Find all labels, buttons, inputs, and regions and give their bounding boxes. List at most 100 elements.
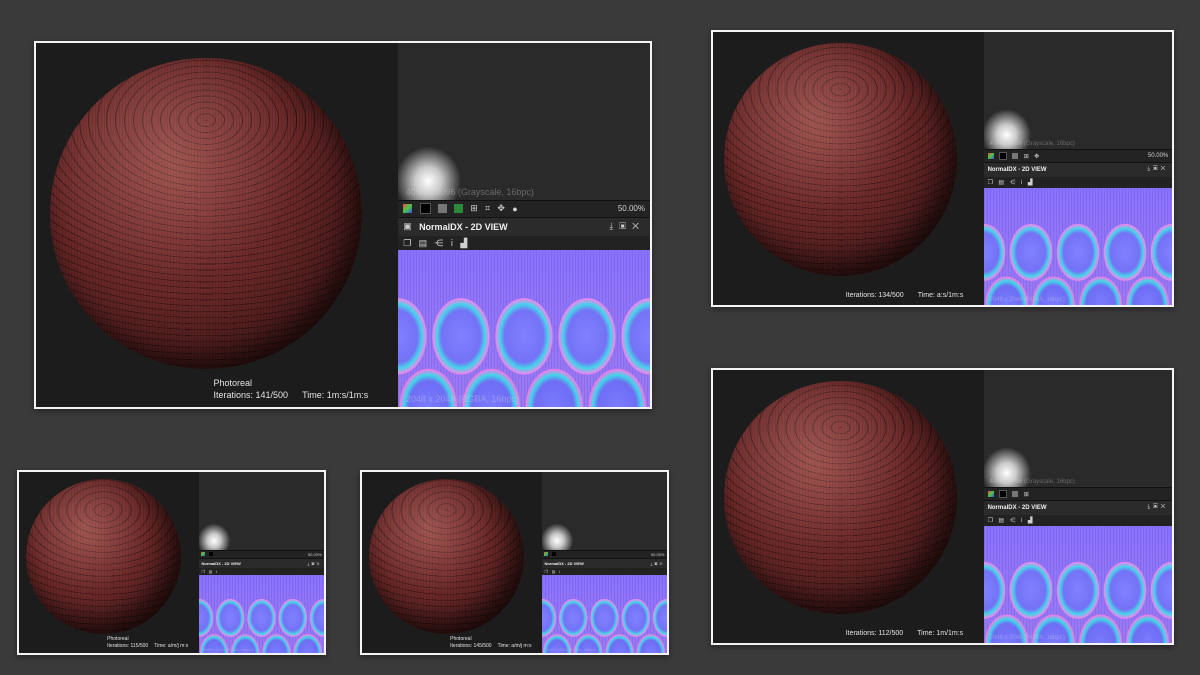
grid-icon[interactable]: ⊞	[470, 203, 478, 214]
grid-icon[interactable]: ⊞	[1024, 153, 1029, 160]
copy-icon[interactable]: ❐	[988, 517, 993, 524]
panel-tools: ❐ ▤ ⅰ	[198, 567, 324, 576]
zoom-level[interactable]: 50.00%	[308, 552, 322, 557]
render-info: Photoreal Iterations: 141/500 Time: 1m:s/…	[214, 377, 369, 401]
info-icon[interactable]: ⅰ	[216, 569, 217, 574]
iterations-label: Iterations: 141/500	[213, 390, 289, 400]
2d-panel: 4096 x 4096 (Grayscale, 16bpc) ⊞ NormalD…	[983, 370, 1172, 643]
scale-sphere-preview	[723, 42, 957, 276]
3d-viewport[interactable]: Photoreal Iterations: 115/500 Time: a/m/j…	[19, 472, 199, 653]
save-icon[interactable]: ▤	[998, 517, 1004, 524]
copy-icon[interactable]: ❐	[403, 238, 411, 249]
black-swatch-icon[interactable]	[998, 152, 1007, 161]
save-icon[interactable]: ▤	[998, 179, 1004, 186]
normal-map-view[interactable]: 2048 x 2048 (RGBA, 16bpc)	[398, 250, 650, 407]
info-icon[interactable]: ⅰ	[1021, 517, 1023, 524]
black-swatch-icon[interactable]	[209, 552, 214, 557]
panel-title: NormalDX - 2D VIEW	[201, 560, 241, 566]
copy-icon[interactable]: ❐	[544, 569, 548, 574]
zoom-level[interactable]: 50.00%	[618, 204, 645, 213]
screenshot-card-1: Photoreal Iterations: 141/500 Time: 1m:s/…	[34, 41, 652, 409]
histogram-icon[interactable]: ▟	[1028, 179, 1033, 186]
window-controls[interactable]: ⤓▣✕	[609, 221, 645, 232]
render-info: Photoreal Iterations: 115/500 Time: a/m/j…	[107, 636, 188, 650]
panel-title: NormalDX - 2D VIEW	[987, 504, 1047, 511]
color-swatch-icon[interactable]	[544, 552, 549, 557]
color-swatch-icon[interactable]	[201, 552, 206, 557]
iterations-label: Iterations: 145/500	[450, 643, 492, 649]
color-swatch-icon[interactable]	[987, 491, 994, 498]
2d-view-toolbar: ⊞ ✥ 50.00%	[983, 149, 1172, 164]
3d-viewport[interactable]: Photoreal Iterations: 141/500 Time: 1m:s/…	[36, 43, 399, 407]
3d-viewport[interactable]: Iterations: 134/500 Time: a:s/1m:s	[713, 32, 984, 305]
panel-tools: ❐ ▤ ⋲ ⅰ ▟	[983, 514, 1172, 526]
render-mode-label: Photoreal	[107, 636, 129, 642]
zoom-level[interactable]: 50.00%	[1148, 153, 1168, 159]
save-icon[interactable]: ▤	[209, 569, 213, 574]
window-controls[interactable]: ⤓▣✕	[1147, 166, 1168, 173]
iterations-label: Iterations: 112/500	[845, 630, 904, 637]
render-info: Iterations: 112/500 Time: 1m/1m:s	[846, 629, 964, 638]
panel-titlebar: NormalDX - 2D VIEW ⤓▣✕	[983, 501, 1172, 515]
move-icon[interactable]: ✥	[497, 203, 505, 214]
height-map-view[interactable]: 4096 x 4096 (Grayscale, 16bpc)	[983, 370, 1172, 488]
normal-resolution-label: 2048 x 2048 (RGBA, 16bpc)	[202, 647, 253, 652]
normal-resolution-label: 2048 x 2048 (RGBA, 16bpc)	[545, 647, 596, 652]
info-icon[interactable]: ⅰ	[559, 569, 560, 574]
2d-view-toolbar: ⊞	[983, 487, 1172, 502]
height-map-view[interactable]	[198, 472, 324, 550]
window-controls[interactable]: ⤓▣✕	[1147, 504, 1168, 511]
panel-tools: ❐ ▤ ⅰ	[541, 567, 667, 576]
height-resolution-label: 4096 x 4096 (Grayscale, 16bpc)	[989, 479, 1075, 486]
time-label: Time: a:s/1m:s	[917, 292, 964, 299]
color-swatch-icon[interactable]	[987, 153, 994, 160]
window-controls[interactable]: ⤓▣✕	[651, 561, 665, 566]
histogram-icon[interactable]: ▟	[460, 238, 467, 249]
render-info: Iterations: 134/500 Time: a:s/1m:s	[846, 291, 964, 300]
2d-panel: 4096 x 4096 (Grayscale, 16bpc) ⊞ ✥ 50.00…	[983, 32, 1172, 305]
normal-map-view[interactable]: 2048 x 2048 (RGBA, 16bpc)	[983, 525, 1172, 643]
panel-titlebar: NormalDX - 2D VIEW ⤓▣✕	[541, 558, 667, 568]
black-swatch-icon[interactable]	[552, 552, 557, 557]
render-mode-label: Photoreal	[450, 636, 472, 642]
height-map-view[interactable]: 4096 x 4096 (Grayscale, 16bpc)	[398, 43, 650, 200]
normal-map-view[interactable]: 2048 x 2048 (RGBA, 16bpc)	[541, 575, 667, 653]
height-map-view[interactable]: 4096 x 4096 (Grayscale, 16bpc)	[983, 32, 1172, 150]
time-label: Time: 1m:s/1m:s	[302, 390, 369, 400]
dot-icon[interactable]: ●	[512, 204, 517, 214]
share-icon[interactable]: ⋲	[1009, 179, 1015, 186]
grid-icon[interactable]: ⊞	[1024, 491, 1029, 498]
crop-icon[interactable]: ⌗	[485, 203, 490, 214]
3d-viewport[interactable]: Iterations: 112/500 Time: 1m/1m:s	[713, 370, 984, 643]
move-icon[interactable]: ✥	[1034, 153, 1039, 160]
screenshot-card-5: Photoreal Iterations: 145/500 Time: a/m/j…	[360, 470, 669, 655]
normal-resolution-label: 2048 x 2048 (RGBA, 16bpc)	[989, 635, 1065, 641]
color-swatch-icon[interactable]	[403, 204, 413, 214]
gray-swatch-icon[interactable]	[437, 204, 447, 214]
gray-swatch-icon[interactable]	[1012, 153, 1019, 160]
height-map-view[interactable]	[541, 472, 667, 550]
save-icon[interactable]: ▤	[552, 569, 556, 574]
info-icon[interactable]: ⅰ	[451, 238, 454, 249]
zoom-level[interactable]: 50.00%	[651, 552, 665, 557]
save-icon[interactable]: ▤	[419, 238, 428, 249]
histogram-icon[interactable]: ▟	[1028, 517, 1033, 524]
panel-title: NormalDX - 2D VIEW	[419, 221, 508, 232]
gray-swatch-icon[interactable]	[1012, 491, 1019, 498]
window-controls[interactable]: ⤓▣✕	[308, 561, 322, 566]
3d-viewport[interactable]: Photoreal Iterations: 145/500 Time: a/m/j…	[362, 472, 542, 653]
share-icon[interactable]: ⋲	[434, 238, 443, 249]
height-resolution-label: 4096 x 4096 (Grayscale, 16bpc)	[989, 141, 1075, 148]
info-icon[interactable]: ⅰ	[1021, 179, 1023, 186]
time-label: Time: a/m/j m:s	[154, 643, 189, 649]
normal-map-view[interactable]: 2048 x 2048 (RGBA, 16bpc)	[983, 187, 1172, 305]
2d-panel: 50.00% NormalDX - 2D VIEW ⤓▣✕ ❐ ▤ ⅰ 2048…	[198, 472, 324, 653]
copy-icon[interactable]: ❐	[201, 569, 205, 574]
render-mode-label: Photoreal	[213, 378, 253, 388]
black-swatch-icon[interactable]	[998, 490, 1007, 499]
black-swatch-icon[interactable]	[419, 203, 431, 215]
share-icon[interactable]: ⋲	[1009, 517, 1015, 524]
image-icon[interactable]	[454, 204, 464, 214]
copy-icon[interactable]: ❐	[988, 179, 993, 186]
normal-map-view[interactable]: 2048 x 2048 (RGBA, 16bpc)	[198, 575, 324, 653]
